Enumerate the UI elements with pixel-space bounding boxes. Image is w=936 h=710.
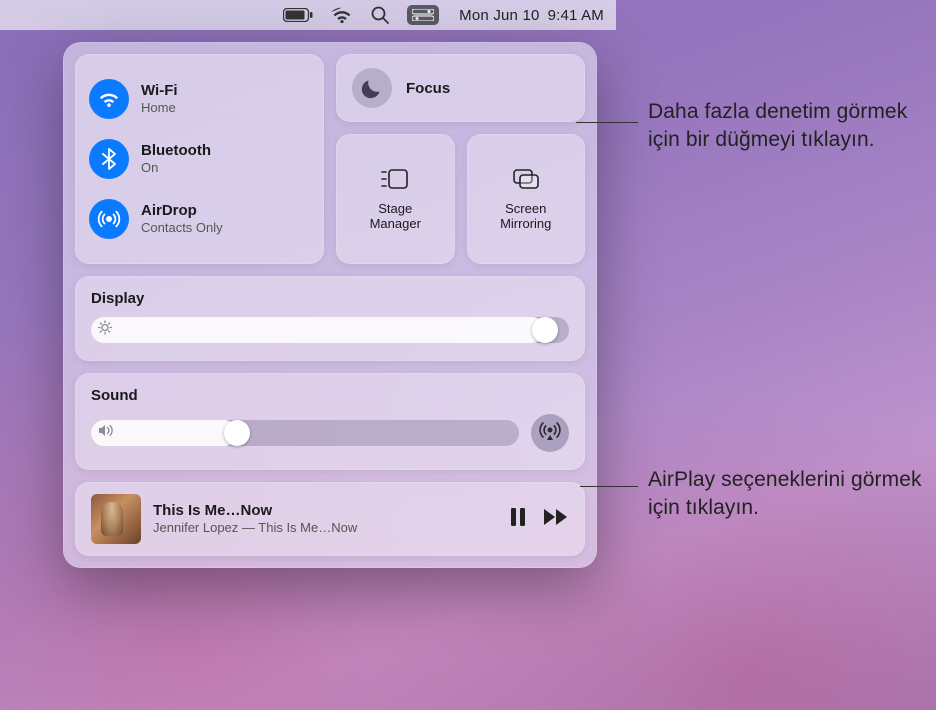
spotlight-icon[interactable] bbox=[371, 6, 389, 24]
control-center-icon[interactable] bbox=[407, 5, 439, 25]
focus-label: Focus bbox=[406, 80, 450, 97]
now-playing-title: This Is Me…Now bbox=[153, 502, 497, 521]
callout-focus: Daha fazla denetim görmek için bir düğme… bbox=[648, 98, 918, 155]
callout-line bbox=[576, 122, 638, 123]
brightness-icon bbox=[98, 321, 112, 340]
next-track-button[interactable] bbox=[543, 508, 569, 531]
battery-icon[interactable] bbox=[283, 8, 313, 22]
focus-button[interactable]: Focus bbox=[336, 54, 585, 122]
menubar-date: Mon Jun 10 bbox=[459, 7, 539, 24]
connectivity-module: Wi-Fi Home Bluetooth On AirDrop bbox=[75, 54, 324, 264]
wifi-toggle[interactable]: Wi-Fi Home bbox=[89, 79, 310, 119]
bluetooth-title: Bluetooth bbox=[141, 142, 211, 160]
display-module: Display bbox=[75, 276, 585, 361]
airdrop-title: AirDrop bbox=[141, 202, 223, 220]
wifi-title: Wi-Fi bbox=[141, 82, 178, 100]
callout-airplay: AirPlay seçeneklerini görmek için tıklay… bbox=[648, 466, 934, 523]
airdrop-icon bbox=[89, 199, 129, 239]
menubar-status-icons bbox=[283, 5, 439, 25]
bluetooth-icon bbox=[89, 139, 129, 179]
menu-bar: Mon Jun 10 9:41 AM bbox=[0, 0, 616, 30]
screen-mirroring-button[interactable]: Screen Mirroring bbox=[467, 134, 586, 264]
brightness-slider[interactable] bbox=[91, 317, 569, 343]
screen-mirroring-icon bbox=[511, 167, 541, 196]
display-title: Display bbox=[91, 290, 569, 307]
airdrop-toggle[interactable]: AirDrop Contacts Only bbox=[89, 199, 310, 239]
bluetooth-subtitle: On bbox=[141, 160, 211, 176]
screen-mirroring-label: Screen Mirroring bbox=[500, 202, 551, 232]
stage-manager-label: Stage Manager bbox=[370, 202, 421, 232]
sound-title: Sound bbox=[91, 387, 569, 404]
volume-slider[interactable] bbox=[91, 420, 519, 446]
now-playing-subtitle: Jennifer Lopez — This Is Me…Now bbox=[153, 520, 497, 536]
wifi-icon[interactable] bbox=[331, 7, 353, 23]
menubar-time: 9:41 AM bbox=[548, 7, 604, 24]
wifi-subtitle: Home bbox=[141, 100, 178, 116]
sound-module: Sound bbox=[75, 373, 585, 470]
airplay-audio-button[interactable] bbox=[531, 414, 569, 452]
airplay-icon bbox=[539, 420, 561, 447]
stage-manager-button[interactable]: Stage Manager bbox=[336, 134, 455, 264]
menubar-datetime[interactable]: Mon Jun 10 9:41 AM bbox=[459, 7, 604, 24]
now-playing-module[interactable]: This Is Me…Now Jennifer Lopez — This Is … bbox=[75, 482, 585, 556]
control-center-panel: Wi-Fi Home Bluetooth On AirDrop bbox=[63, 42, 597, 568]
airdrop-subtitle: Contacts Only bbox=[141, 220, 223, 236]
album-art bbox=[91, 494, 141, 544]
wifi-icon bbox=[89, 79, 129, 119]
callout-line bbox=[580, 486, 638, 487]
stage-manager-icon bbox=[380, 167, 410, 196]
bluetooth-toggle[interactable]: Bluetooth On bbox=[89, 139, 310, 179]
volume-icon bbox=[98, 424, 114, 443]
moon-icon bbox=[352, 68, 392, 108]
pause-button[interactable] bbox=[509, 507, 527, 532]
